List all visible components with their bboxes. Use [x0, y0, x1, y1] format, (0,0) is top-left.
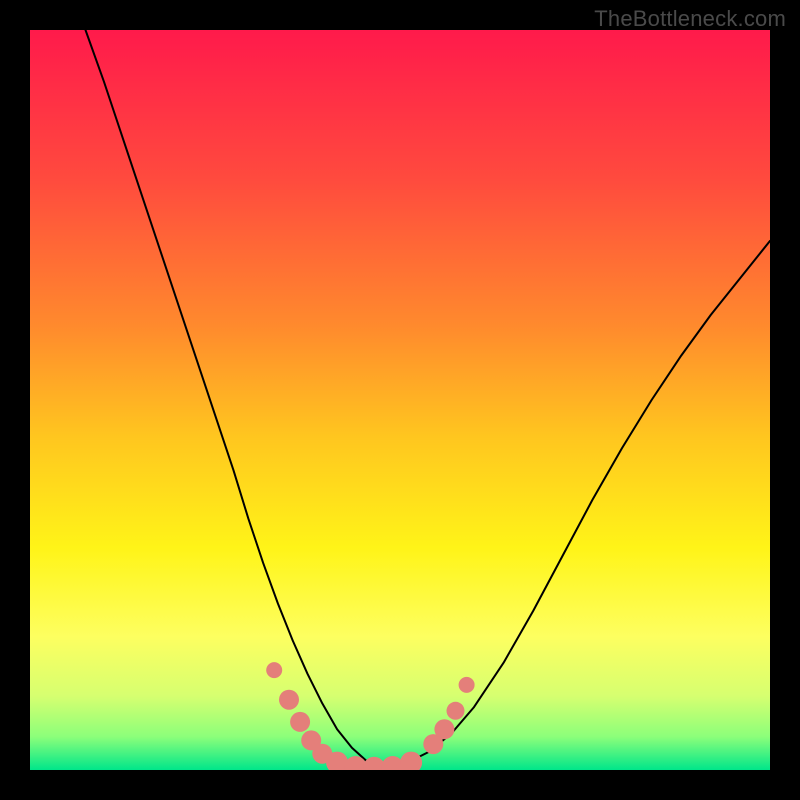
- marker-dot: [459, 677, 475, 693]
- marker-dot: [266, 662, 282, 678]
- marker-dot: [290, 712, 310, 732]
- marker-dot: [447, 702, 465, 720]
- chart-frame: TheBottleneck.com: [0, 0, 800, 800]
- gradient-background: [30, 30, 770, 770]
- marker-dot: [279, 690, 299, 710]
- chart-svg: [30, 30, 770, 770]
- plot-area: [30, 30, 770, 770]
- watermark-text: TheBottleneck.com: [594, 6, 786, 32]
- marker-dot: [434, 719, 454, 739]
